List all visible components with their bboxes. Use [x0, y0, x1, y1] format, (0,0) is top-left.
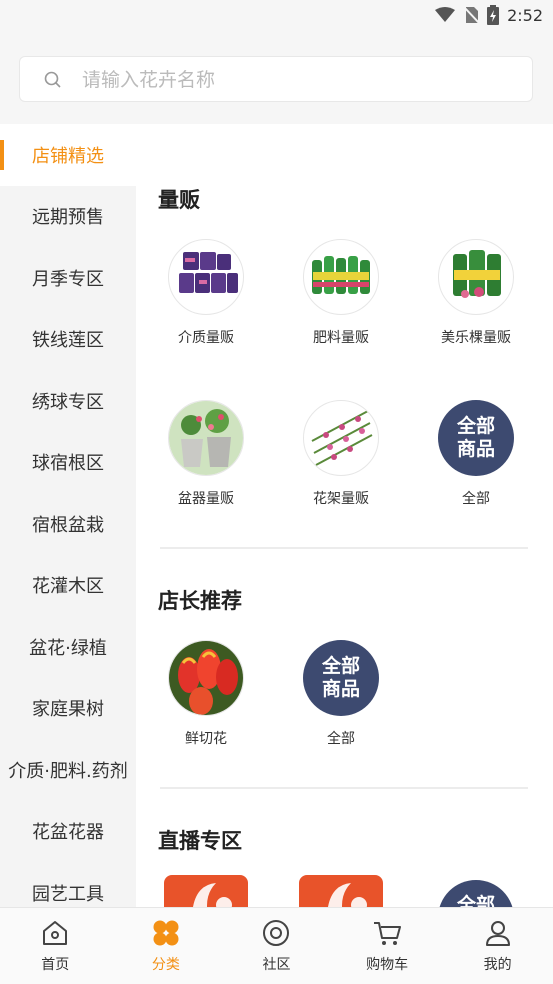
plant-stand-image: [303, 400, 379, 476]
soil-bags-image: [168, 239, 244, 315]
live-room-thumbnail[interactable]: [164, 875, 248, 907]
badge-line-1: 全部: [456, 415, 495, 438]
tab-home[interactable]: 首页: [0, 908, 111, 984]
search-bar[interactable]: [19, 56, 533, 102]
tab-community[interactable]: 社区: [221, 908, 332, 984]
tab-cart[interactable]: 购物车: [332, 908, 443, 984]
community-icon: [263, 920, 290, 946]
category-label: 鲜切花: [185, 731, 227, 747]
sidebar-item-label: 远期预售: [32, 207, 104, 229]
all-products-badge: 全部 商品: [438, 400, 514, 476]
category-label: 介质量贩: [178, 330, 234, 346]
category-plant-stand-bulk[interactable]: 花架量贩: [281, 400, 401, 508]
category-miracle-gro-bulk[interactable]: 美乐棵量贩: [416, 239, 536, 347]
tab-label: 我的: [483, 957, 512, 973]
sidebar-item-label: 球宿根区: [32, 453, 104, 475]
category-fertilizer-bulk[interactable]: 肥料量贩: [281, 239, 401, 347]
sidebar-item-label: 绣球专区: [32, 391, 104, 413]
sidebar-item-rose[interactable]: 月季专区: [0, 247, 136, 309]
sidebar-item-shrubs[interactable]: 花灌木区: [0, 555, 136, 617]
tulips-image: [168, 640, 244, 716]
category-label: 肥料量贩: [313, 330, 369, 346]
fertilizer-bottles-image: [303, 239, 379, 315]
badge-line-1: 全部: [321, 655, 360, 678]
clock: 2:52: [507, 5, 543, 25]
category-label: 全部: [327, 731, 355, 747]
section-divider: [160, 787, 528, 789]
sidebar-item-label: 店铺精选: [32, 145, 104, 167]
tab-label: 社区: [262, 957, 291, 973]
badge-line-2: 商品: [456, 438, 495, 460]
badge-line-1: 全部: [456, 894, 495, 907]
tab-label: 购物车: [366, 957, 409, 973]
sidebar-item-soil-fertilizer[interactable]: 介质·肥料.药剂: [0, 739, 136, 801]
sidebar-item-label: 花灌木区: [32, 576, 104, 598]
sidebar-item-tools[interactable]: 园艺工具: [0, 862, 136, 907]
category-label: 花架量贩: [313, 491, 369, 507]
wifi-icon: [435, 7, 456, 22]
section-title-live: 直播专区: [158, 829, 242, 853]
category-label: 全部: [462, 491, 490, 507]
sidebar-item-hydrangea[interactable]: 绣球专区: [0, 370, 136, 432]
sidebar-item-presale[interactable]: 远期预售: [0, 186, 136, 248]
category-label: 美乐棵量贩: [441, 330, 511, 346]
all-products-badge: 全部 商品: [303, 640, 379, 716]
category-pots-bulk[interactable]: 盆器量贩: [146, 400, 266, 508]
home-icon: [43, 921, 68, 945]
status-bar: 2:52: [0, 0, 553, 32]
category-cut-flowers[interactable]: 鲜切花: [146, 640, 266, 748]
sidebar-item-label: 宿根盆栽: [32, 514, 104, 536]
live-all-badge[interactable]: 全部: [438, 880, 514, 907]
sidebar-item-label: 铁线莲区: [32, 330, 104, 352]
bottom-tab-bar: 首页 分类 社区 购物车 我的: [0, 907, 553, 984]
category-manager-all[interactable]: 全部 商品 全部: [281, 640, 401, 748]
sidebar-item-fruit-trees[interactable]: 家庭果树: [0, 678, 136, 740]
category-label: 盆器量贩: [178, 491, 234, 507]
sidebar-item-label: 盆花·绿植: [29, 637, 107, 659]
sidebar-item-potted-green[interactable]: 盆花·绿植: [0, 616, 136, 678]
live-room-thumbnail[interactable]: [299, 875, 383, 907]
battery-icon: [487, 5, 500, 25]
sidebar-item-perennial-pots[interactable]: 宿根盆栽: [0, 493, 136, 555]
profile-icon: [485, 921, 510, 946]
sidebar-item-planters[interactable]: 花盆花器: [0, 801, 136, 863]
sidebar-item-store-picks[interactable]: 店铺精选: [0, 124, 136, 186]
category-sidebar: 店铺精选 远期预售 月季专区 铁线莲区 绣球专区 球宿根区 宿根盆栽 花灌木区 …: [0, 124, 136, 907]
section-divider: [160, 547, 528, 549]
tab-label: 分类: [151, 957, 180, 973]
sidebar-item-clematis[interactable]: 铁线莲区: [0, 309, 136, 371]
tab-label: 首页: [41, 957, 70, 973]
sidebar-item-label: 园艺工具: [32, 883, 104, 905]
category-content: 量贩 介质量贩 肥料量贩 美乐棵量贩 盆器量贩 花架量贩 全部 商品 全部 店长…: [136, 124, 553, 907]
category-soil-bulk[interactable]: 介质量贩: [146, 239, 266, 347]
category-icon: [153, 920, 179, 946]
tab-category[interactable]: 分类: [111, 908, 222, 984]
category-bulk-all[interactable]: 全部 商品 全部: [416, 400, 536, 508]
search-input[interactable]: [80, 65, 524, 95]
tab-profile[interactable]: 我的: [442, 908, 553, 984]
search-icon: [44, 71, 61, 88]
cart-icon: [374, 922, 402, 945]
section-title-bulk: 量贩: [158, 188, 200, 212]
sidebar-item-bulbs[interactable]: 球宿根区: [0, 432, 136, 494]
sidebar-item-label: 花盆花器: [32, 822, 104, 844]
sidebar-item-label: 月季专区: [32, 268, 104, 290]
planters-image: [168, 400, 244, 476]
sidebar-item-label: 介质·肥料.药剂: [8, 760, 128, 782]
sidebar-item-label: 家庭果树: [32, 699, 104, 721]
badge-line-2: 商品: [321, 678, 360, 700]
no-sim-icon: [463, 6, 480, 24]
section-title-manager-picks: 店长推荐: [158, 589, 242, 613]
miracle-gro-image: [438, 239, 514, 315]
